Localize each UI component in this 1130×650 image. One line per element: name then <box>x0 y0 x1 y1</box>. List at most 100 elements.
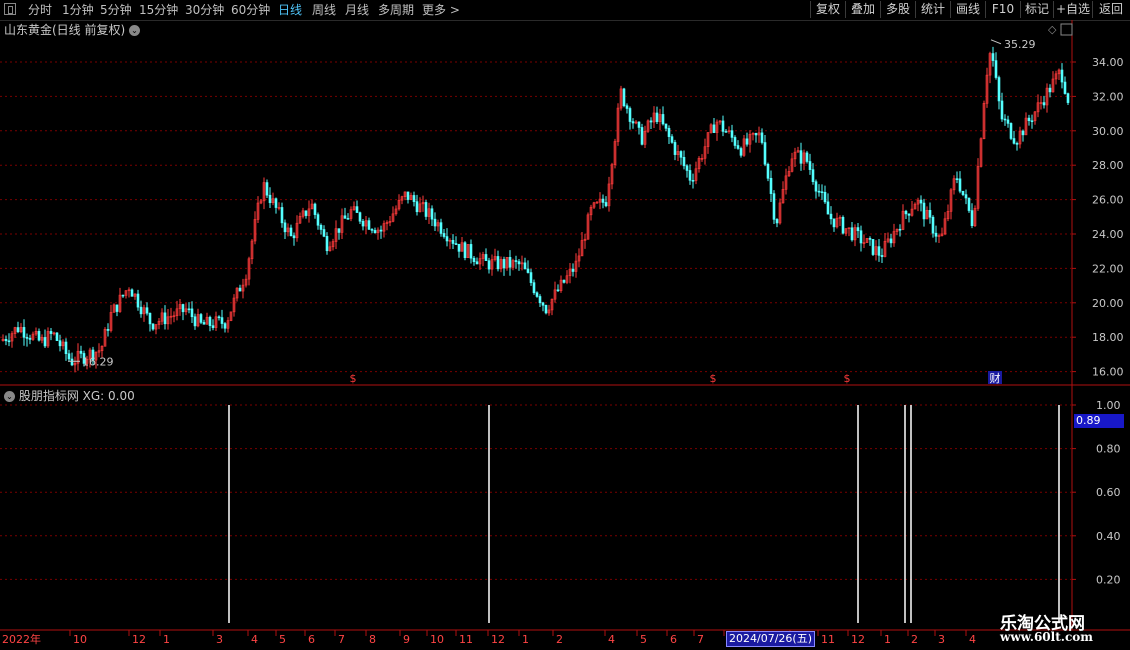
candle-body <box>319 224 323 230</box>
candle-body <box>1009 123 1013 139</box>
y-tick-label: 22.00 <box>1092 262 1124 275</box>
x-axis-label: 12 <box>491 633 505 646</box>
candle-body <box>691 180 695 182</box>
candle-body <box>673 142 677 155</box>
candle-body <box>412 195 416 202</box>
candle-body <box>361 220 365 227</box>
candle-body <box>556 289 560 292</box>
candle-body <box>772 193 776 220</box>
candle-body <box>517 261 521 265</box>
dividend-marker: $ <box>710 372 717 385</box>
candle-body <box>280 207 284 224</box>
panel-toggle-icon[interactable] <box>1060 23 1073 36</box>
candle-body <box>922 202 926 220</box>
candle-body <box>769 177 773 194</box>
x-axis-label: 1 <box>522 633 529 646</box>
candle-body <box>514 260 518 262</box>
candle-body <box>28 338 32 340</box>
indicator-tick-label: 0.80 <box>1096 443 1121 456</box>
candle-body <box>457 243 461 252</box>
candle-body <box>139 306 143 315</box>
candle-body <box>628 108 632 122</box>
candle-body <box>637 121 641 128</box>
candle-body <box>604 202 608 207</box>
candle-body <box>115 304 119 312</box>
kline-chart[interactable]: 34.00 32.00 30.00 28.00 26.00 24.00 22.00 20.00… <box>0 0 1130 650</box>
candle-body <box>670 136 674 143</box>
current-value-badge: 0.89 <box>1074 414 1124 428</box>
candle-body <box>373 230 377 234</box>
candle-body <box>733 137 737 146</box>
candle-body <box>970 210 974 226</box>
candle-body <box>289 227 293 237</box>
y-tick-label: 26.00 <box>1092 194 1124 207</box>
indicator-title-text: 股朋指标网 XG: 0.00 <box>18 389 135 403</box>
x-axis-label: 12 <box>851 633 865 646</box>
x-axis-label: 8 <box>369 633 376 646</box>
candle-body <box>7 340 11 343</box>
candle-body <box>931 216 935 234</box>
candle-body <box>130 289 134 297</box>
x-axis-label: 6 <box>308 633 315 646</box>
candle-body <box>841 217 845 234</box>
x-axis-label: 11 <box>459 633 473 646</box>
candle-body <box>721 120 725 132</box>
candle-body <box>655 112 659 122</box>
candle-body <box>859 230 863 244</box>
candle-body <box>1006 119 1010 124</box>
candle-body <box>682 157 686 167</box>
x-axis-label: 5 <box>640 633 647 646</box>
candle-body <box>904 210 908 215</box>
candle-body <box>1066 93 1070 103</box>
candle-body <box>997 77 1001 102</box>
y-tick-label: 28.00 <box>1092 159 1124 172</box>
candle-body <box>430 208 434 220</box>
candle-body <box>472 257 476 263</box>
x-axis-label: 12 <box>132 633 146 646</box>
candle-body <box>343 215 347 219</box>
indicator-title: ⌄ 股朋指标网 XG: 0.00 <box>4 387 135 404</box>
candle-body <box>406 191 410 200</box>
candle-body <box>523 262 527 270</box>
candle-body <box>238 287 242 292</box>
candle-body <box>562 279 566 283</box>
candle-body <box>220 317 224 324</box>
candle-body <box>190 308 194 318</box>
x-axis-label: 2022年 <box>2 632 41 646</box>
candle-body <box>640 127 644 145</box>
candle-body <box>442 233 446 237</box>
candle-body <box>877 246 881 256</box>
candle-body <box>820 191 824 194</box>
y-tick-label: 34.00 <box>1092 56 1124 69</box>
candle-body <box>217 316 221 319</box>
candle-body <box>265 182 269 196</box>
candle-body <box>955 178 959 180</box>
candle-body <box>181 304 185 313</box>
candle-body <box>1012 138 1016 144</box>
x-axis-label: 9 <box>403 633 410 646</box>
candle-body <box>151 323 155 330</box>
candle-body <box>433 218 437 227</box>
candle-body <box>508 257 512 268</box>
candle-body <box>1027 117 1031 122</box>
x-axis-label: 3 <box>216 633 223 646</box>
candle-body <box>1042 102 1046 106</box>
x-axis-label: 1 <box>163 633 170 646</box>
candle-body <box>1048 87 1052 93</box>
candle-body <box>679 151 683 158</box>
candle-body <box>661 114 665 125</box>
candle-body <box>688 170 692 181</box>
candle-body <box>1030 120 1034 123</box>
candle-body <box>799 150 803 164</box>
candle-body <box>274 198 278 208</box>
x-axis-label: 2 <box>556 633 563 646</box>
chevron-down-icon[interactable]: ⌄ <box>4 391 15 402</box>
x-axis-label: 11 <box>821 633 835 646</box>
candle-body <box>475 261 479 265</box>
candle-body <box>487 260 491 270</box>
candle-body <box>814 181 818 192</box>
candle-body <box>871 239 875 255</box>
candle-body <box>541 302 545 306</box>
candle-body <box>211 325 215 328</box>
candle-body <box>4 338 8 342</box>
